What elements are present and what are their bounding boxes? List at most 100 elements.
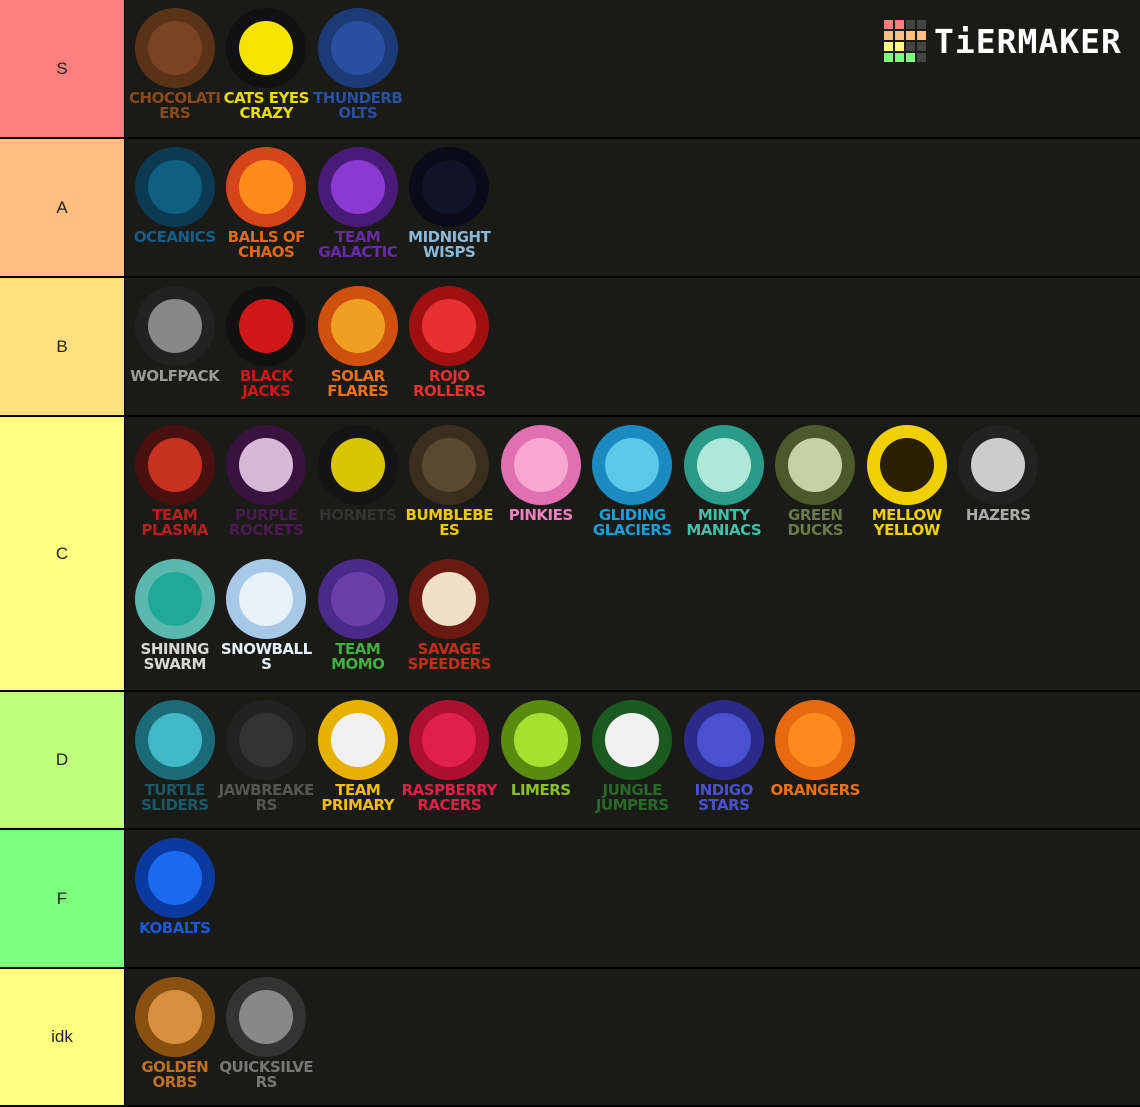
team-item[interactable]: Gliding Glaciers: [587, 421, 679, 555]
team-item[interactable]: Wolfpack: [129, 282, 221, 416]
team-emblem-icon: [696, 713, 751, 767]
team-logo-icon: [226, 425, 307, 505]
team-item[interactable]: Chocolatiers: [129, 4, 221, 138]
team-item[interactable]: Turtle Sliders: [129, 696, 221, 830]
team-item[interactable]: Oceanics: [129, 143, 221, 277]
team-emblem-icon: [239, 572, 294, 626]
team-logo-icon: [409, 559, 490, 639]
team-name: Chocolatiers: [129, 89, 221, 122]
grid-cell: [917, 53, 926, 62]
team-name: Solar Flares: [327, 367, 389, 400]
team-item[interactable]: Mellow Yellow: [861, 421, 953, 555]
team-item[interactable]: Team Primary: [312, 696, 404, 830]
team-item[interactable]: Cats Eyes Crazy: [221, 4, 313, 138]
team-emblem-icon: [239, 713, 294, 767]
team-item[interactable]: Golden Orbs: [129, 973, 221, 1107]
team-logo-icon: [226, 977, 307, 1057]
team-logo-icon: [134, 425, 215, 505]
team-emblem-icon: [330, 160, 385, 214]
tier-items: Kobalts: [125, 830, 1129, 967]
team-item[interactable]: Rojo Rollers: [404, 282, 496, 416]
grid-cell: [906, 20, 915, 29]
team-item[interactable]: Hornets: [312, 421, 404, 555]
team-logo-icon: [317, 425, 398, 505]
tier-label[interactable]: B: [0, 278, 125, 415]
tiermaker-grid-icon: [884, 20, 926, 62]
grid-cell: [895, 53, 904, 62]
grid-cell: [895, 31, 904, 40]
team-logo-icon: [683, 700, 764, 780]
grid-cell: [906, 53, 915, 62]
grid-cell: [906, 31, 915, 40]
team-logo-icon: [134, 8, 215, 88]
team-logo-icon: [500, 425, 581, 505]
team-emblem-icon: [422, 160, 477, 214]
team-item[interactable]: Orangers: [770, 696, 862, 830]
team-item[interactable]: Jungle Jumpers: [587, 696, 679, 830]
team-logo-icon: [134, 977, 215, 1057]
team-item[interactable]: Thunderbolts: [312, 4, 404, 138]
team-item[interactable]: Team Plasma: [129, 421, 221, 555]
tier-label[interactable]: C: [0, 417, 125, 690]
team-logo-icon: [409, 147, 490, 227]
team-emblem-icon: [239, 299, 294, 353]
team-emblem-icon: [971, 438, 1026, 492]
team-item[interactable]: Savage Speeders: [404, 555, 496, 689]
tier-items: Golden Orbs Quicksilvers: [125, 969, 1129, 1105]
tier-label[interactable]: F: [0, 830, 125, 967]
team-item[interactable]: Jawbreakers: [218, 696, 315, 830]
team-item[interactable]: Green Ducks: [770, 421, 862, 555]
team-item[interactable]: Team Galactic: [312, 143, 404, 277]
team-emblem-icon: [330, 299, 385, 353]
team-item[interactable]: Purple Rockets: [221, 421, 313, 555]
tier-row-d: D Turtle Sliders Jawbreakers Team Primary Ra…: [0, 692, 1140, 830]
team-emblem-icon: [330, 21, 385, 75]
team-name: Limers: [510, 781, 571, 799]
team-item[interactable]: Raspberry Racers: [402, 696, 497, 830]
team-item[interactable]: Snowballs: [221, 555, 312, 689]
team-logo-icon: [226, 286, 307, 366]
team-item[interactable]: Quicksilvers: [219, 973, 314, 1107]
team-logo-icon: [317, 286, 398, 366]
team-item[interactable]: Bumblebees: [404, 421, 496, 555]
grid-cell: [906, 42, 915, 51]
team-logo-icon: [775, 425, 856, 505]
team-emblem-icon: [422, 438, 477, 492]
team-item[interactable]: Minty Maniacs: [678, 421, 770, 555]
tier-label[interactable]: S: [0, 0, 125, 137]
grid-cell: [895, 42, 904, 51]
team-emblem-icon: [239, 990, 294, 1044]
team-name: Team Primary: [321, 781, 395, 814]
team-item[interactable]: Indigo Stars: [678, 696, 770, 830]
team-name: Jawbreakers: [218, 781, 315, 814]
team-name: Mellow Yellow: [871, 506, 943, 539]
team-name: Team Plasma: [141, 506, 209, 539]
team-item[interactable]: Balls of Chaos: [221, 143, 313, 277]
team-item[interactable]: Limers: [495, 696, 587, 830]
team-emblem-icon: [239, 21, 294, 75]
team-name: Bumblebees: [405, 506, 494, 539]
team-emblem-icon: [330, 438, 385, 492]
tier-label[interactable]: D: [0, 692, 125, 828]
team-emblem-icon: [513, 438, 568, 492]
team-item[interactable]: Pinkies: [495, 421, 587, 555]
team-item[interactable]: Team Momo: [312, 555, 404, 689]
tiermaker-logo[interactable]: TiERMAKER: [884, 20, 1122, 62]
team-item[interactable]: Hazers: [953, 421, 1045, 555]
team-item[interactable]: Shining Swarm: [129, 555, 221, 689]
grid-cell: [917, 20, 926, 29]
team-name: Indigo Stars: [694, 781, 754, 814]
tier-board: S Chocolatiers Cats Eyes Crazy Thunderbolts…: [0, 0, 1140, 1107]
team-name: Minty Maniacs: [686, 506, 762, 539]
tier-label[interactable]: idk: [0, 969, 125, 1105]
team-logo-icon: [775, 700, 856, 780]
team-item[interactable]: Solar Flares: [312, 282, 404, 416]
team-item[interactable]: Midnight Wisps: [404, 143, 496, 277]
tier-label[interactable]: A: [0, 139, 125, 276]
team-name: Wolfpack: [130, 367, 220, 385]
tier-row-c: C Team Plasma Purple Rockets Hornets Bumbleb…: [0, 417, 1140, 692]
team-item[interactable]: Kobalts: [129, 834, 221, 968]
team-name: Golden Orbs: [141, 1058, 209, 1091]
team-logo-icon: [134, 147, 215, 227]
team-item[interactable]: Black Jacks: [221, 282, 313, 416]
